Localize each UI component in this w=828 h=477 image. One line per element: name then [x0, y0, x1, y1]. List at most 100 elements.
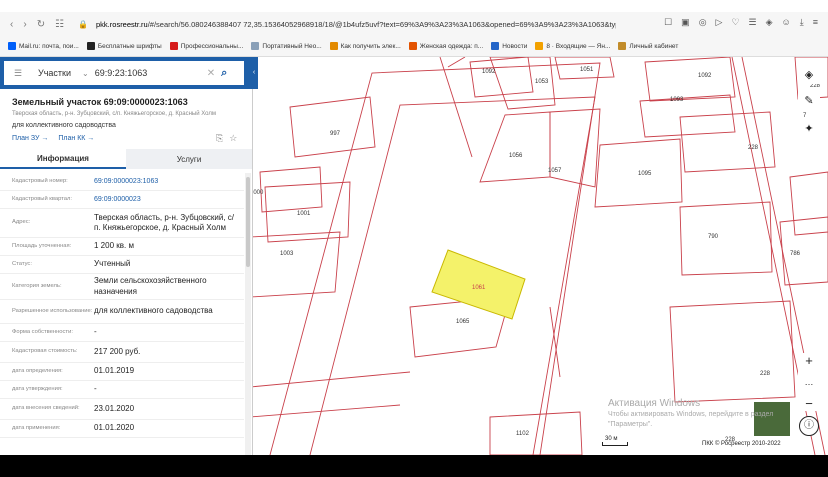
panel-tabs: Информация Услуги: [0, 149, 252, 169]
bookmark-item[interactable]: 8 · Входящие — Ян...: [535, 42, 610, 50]
map-label: 997: [330, 131, 341, 137]
attribute-value: 1 200 кв. м: [94, 241, 134, 251]
search-field: ☰ Участки ⌄ 69:9:23:1063 ✕ ⌕: [4, 61, 244, 85]
hamburger-icon[interactable]: ☰: [14, 68, 28, 79]
plan-zu-link[interactable]: План ЗУ →: [12, 135, 48, 142]
scrollbar-thumb[interactable]: [246, 177, 250, 267]
cadastral-map[interactable]: 1092 1051 1053 1092 1093 997 1056 1057 1…: [250, 57, 828, 455]
bookmark-item[interactable]: Профессиональны...: [169, 42, 244, 50]
parcel-title: Земельный участок 69:09:0000023:1063: [12, 97, 188, 107]
locate-icon[interactable]: ✦: [798, 118, 820, 138]
watermark-text-2: "Параметры".: [608, 421, 653, 428]
plan-kk-link[interactable]: План КК →: [58, 135, 94, 142]
watermark-title: Активация Windows: [608, 398, 701, 409]
user-icon[interactable]: ☺: [782, 17, 791, 28]
url-field[interactable]: pkk.rosreestr.ru/#/search/56.08024638840…: [96, 20, 616, 29]
attribute-value: для коллективного садоводства: [94, 306, 213, 316]
tab-information[interactable]: Информация: [0, 149, 126, 169]
map-label: 1095: [638, 171, 652, 177]
zoom-in-icon[interactable]: +: [805, 353, 813, 368]
search-type-select[interactable]: Участки: [38, 68, 76, 78]
attribute-label: Категория земель:: [12, 282, 62, 289]
camera-icon[interactable]: ▣: [681, 17, 690, 28]
bookmark-label: Профессиональны...: [180, 42, 244, 50]
map-label: 228: [748, 145, 759, 151]
attribute-label: Площадь уточненная:: [12, 242, 72, 249]
menu-icon[interactable]: ≡: [813, 17, 818, 28]
attribute-row: Адрес: Тверская область, р-н. Зубцовский,…: [0, 209, 244, 238]
attribute-row: дата утверждения: -: [0, 381, 244, 399]
attribute-value: 217 200 руб.: [94, 346, 141, 356]
clear-icon[interactable]: ✕: [207, 68, 215, 79]
back-icon[interactable]: ‹: [10, 19, 13, 30]
download-icon[interactable]: ⤓: [800, 17, 804, 28]
parcel-1093: [639, 94, 736, 138]
attribute-value: 23.01.2020: [94, 403, 135, 413]
ruler-icon[interactable]: ✎: [798, 90, 820, 110]
bookmark-icon: [86, 42, 95, 50]
star-icon[interactable]: ☆: [229, 133, 237, 144]
plan-zu-label: План ЗУ: [12, 135, 40, 142]
map-label: 1003: [280, 251, 294, 257]
attribute-value: -: [94, 327, 97, 337]
zoom-out-icon[interactable]: −: [805, 396, 813, 411]
chevron-down-icon[interactable]: ⌄: [82, 69, 89, 78]
browser-nav: ‹ › ↻ ☷: [10, 19, 64, 30]
plan-kk-label: План КК: [58, 135, 86, 142]
bookmark-item[interactable]: Личный кабинет: [618, 42, 678, 50]
grid-icon[interactable]: ☷: [55, 19, 64, 30]
bookmark-label: Mail.ru: почта, пои...: [19, 42, 79, 50]
send-icon[interactable]: ▷: [716, 17, 723, 28]
search-icon[interactable]: ⌕: [221, 67, 227, 80]
parcel-line: [439, 57, 473, 158]
info-icon[interactable]: ⓘ: [799, 416, 819, 436]
map-label: 1092: [698, 73, 712, 79]
bookmark-item[interactable]: Mail.ru: почта, пои...: [8, 42, 79, 50]
parcel-997: [289, 96, 376, 158]
map-canvas[interactable]: 1092 1051 1053 1092 1093 997 1056 1057 1…: [250, 57, 828, 455]
attribute-row: Площадь уточненная: 1 200 кв. м: [0, 238, 244, 256]
parcel-line: [250, 404, 401, 418]
map-label: 1056: [509, 153, 523, 159]
satellite-thumbnail[interactable]: [754, 402, 790, 436]
bookmark-item[interactable]: Как получить элек...: [329, 42, 401, 50]
attribute-label: дата утверждения:: [12, 385, 63, 392]
map-label: 1092: [482, 69, 496, 75]
heart-icon[interactable]: ♡: [731, 17, 739, 28]
bookmark-item[interactable]: Бесплатные шрифты: [86, 42, 162, 50]
shield-icon[interactable]: ◈: [766, 17, 773, 28]
parcel-address-subtitle: Тверская область, р-н. Зубцовский, с/п. …: [12, 111, 216, 117]
attribute-value[interactable]: 69:09:0000023: [94, 195, 238, 204]
parcel-790: [679, 201, 773, 276]
browser-toolbar-icons: ☐ ▣ ◎ ▷ ♡ ☰ ◈ ☺ ⤓ ≡: [664, 17, 818, 28]
collapse-panel-button[interactable]: ‹: [250, 67, 258, 79]
map-label: 1051: [580, 67, 594, 73]
bookmark-icon: [8, 42, 16, 50]
attribute-value[interactable]: 69:09:0000023:1063: [94, 177, 238, 186]
record-icon[interactable]: ◎: [699, 17, 707, 28]
map-label: 1061: [472, 285, 486, 291]
bookmark-icon: [491, 42, 500, 50]
url-path: /#/search/56.080246388407 72,35.15364052…: [147, 19, 617, 29]
map-label: 1065: [456, 319, 470, 325]
reload-icon[interactable]: ↻: [37, 19, 45, 30]
panel-scrollbar[interactable]: [245, 173, 251, 455]
bookmark-item[interactable]: Портативный Нео...: [251, 42, 322, 50]
more-icon[interactable]: …: [805, 377, 814, 387]
map-label: 1102: [516, 431, 530, 437]
parcel-7: [789, 171, 828, 236]
bookmark-icon: [618, 42, 627, 50]
tab-services[interactable]: Услуги: [126, 149, 252, 169]
search-input[interactable]: 69:9:23:1063: [95, 68, 205, 78]
layers-icon[interactable]: ◈: [798, 64, 820, 84]
cart-icon[interactable]: ☰: [749, 17, 757, 28]
bookmark-item[interactable]: Женская одежда: п...: [408, 42, 483, 50]
bookmark-label: Бесплатные шрифты: [97, 42, 162, 50]
print-icon[interactable]: ⎘: [216, 133, 223, 144]
extension-icon[interactable]: ☐: [664, 17, 672, 28]
bookmark-item[interactable]: Новости: [491, 42, 527, 50]
attribute-row: Форма собственности: -: [0, 324, 244, 342]
attribute-value: -: [94, 384, 97, 394]
forward-icon[interactable]: ›: [23, 19, 26, 30]
attribute-row: Кадастровый квартал: 69:09:0000023: [0, 191, 244, 209]
